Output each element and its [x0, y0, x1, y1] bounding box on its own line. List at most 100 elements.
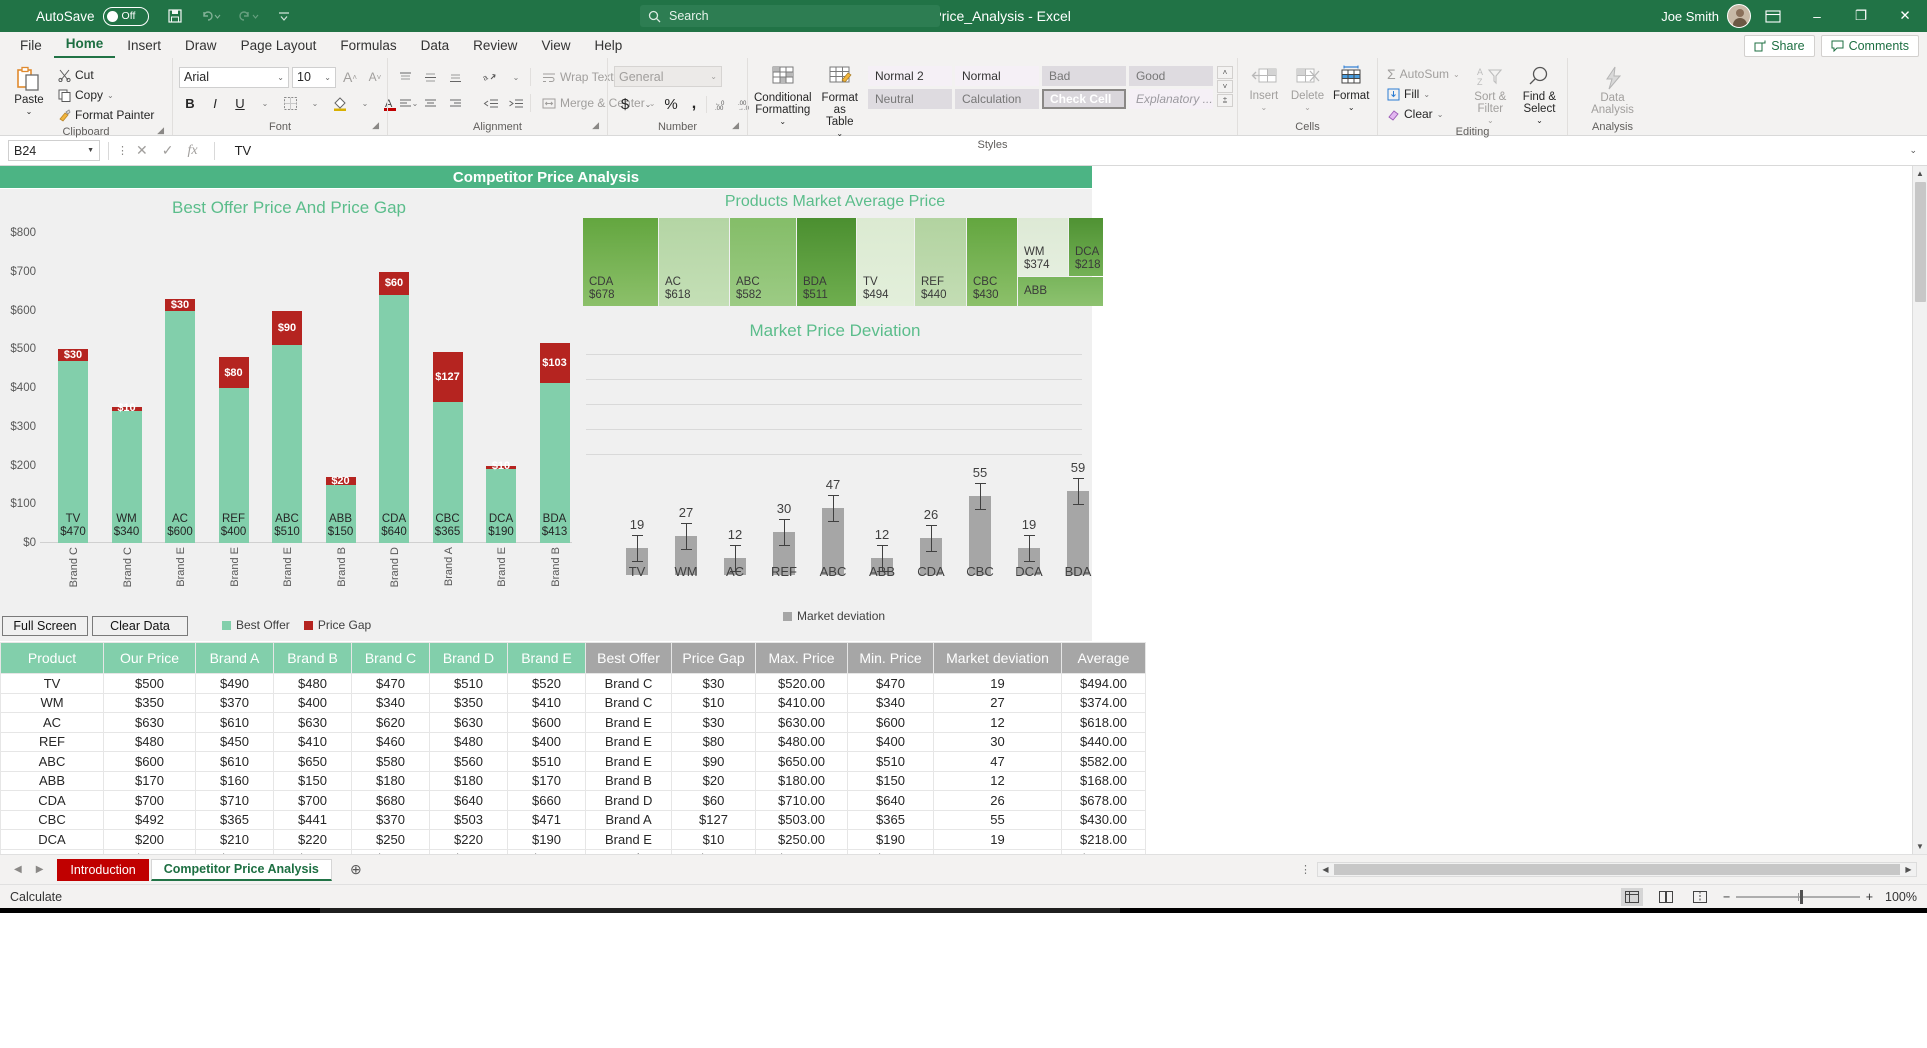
cell-min-price[interactable]: $470 — [848, 674, 934, 694]
chevron-down-icon[interactable]: ⌄ — [354, 93, 376, 114]
cell-our-price[interactable]: $630 — [104, 713, 196, 733]
data-analysis-button[interactable]: Data Analysis — [1585, 63, 1641, 116]
treemap-tile[interactable]: WM$374 — [1018, 218, 1068, 276]
align-top-button[interactable] — [394, 67, 416, 88]
align-right-button[interactable] — [444, 93, 466, 114]
avatar[interactable] — [1727, 4, 1751, 28]
table-row[interactable]: BDA$516$483$413$557$582$520Brand B$103$5… — [1, 849, 1146, 854]
cell-max-price[interactable]: $410.00 — [756, 693, 848, 713]
page-layout-icon[interactable] — [1655, 888, 1677, 906]
cell-market-deviation[interactable]: 59 — [934, 849, 1062, 854]
cell-product[interactable]: TV — [1, 674, 104, 694]
chart1-bar-column[interactable]: $103BDA$413 — [540, 233, 570, 543]
style-check-cell[interactable]: Check Cell — [1042, 89, 1126, 109]
chart-best-offer-price-and-price-gap[interactable]: Best Offer Price And Price Gap $0$100$20… — [0, 189, 578, 641]
chevron-down-icon[interactable]: ⌄ — [1304, 103, 1311, 112]
bold-button[interactable]: B — [179, 93, 201, 114]
zoom-level[interactable]: 100% — [1885, 890, 1917, 904]
tab-help[interactable]: Help — [582, 35, 634, 58]
name-box[interactable]: B24 ▼ — [8, 140, 100, 161]
cell-best-offer[interactable]: Brand D — [586, 791, 672, 811]
cell-brand-d[interactable]: $220 — [430, 830, 508, 850]
format-cells-button[interactable]: Format ⌄ — [1331, 63, 1371, 112]
cell-brand-c[interactable]: $460 — [352, 732, 430, 752]
cell-brand-c[interactable]: $370 — [352, 810, 430, 830]
cell-average[interactable]: $374.00 — [1062, 693, 1146, 713]
treemap-tile[interactable]: CBC$430 — [967, 218, 1017, 306]
percent-style-button[interactable]: % — [660, 94, 682, 115]
cell-brand-d[interactable]: $180 — [430, 771, 508, 791]
chevron-down-icon[interactable]: ⌄ — [1487, 116, 1494, 125]
minimize-button[interactable]: – — [1795, 0, 1839, 32]
number-dialog-launcher[interactable]: ◢ — [732, 118, 739, 133]
cell-best-offer[interactable]: Brand E — [586, 830, 672, 850]
cell-brand-d[interactable]: $510 — [430, 674, 508, 694]
increase-decimal-button[interactable]: ←0.00 — [712, 94, 734, 115]
cell-brand-e[interactable]: $600 — [508, 713, 586, 733]
cell-best-offer[interactable]: Brand E — [586, 752, 672, 772]
autosum-button[interactable]: Σ AutoSum ⌄ — [1384, 64, 1463, 84]
cell-product[interactable]: REF — [1, 732, 104, 752]
treemap-tile[interactable]: CDA$678 — [583, 218, 658, 306]
col-price-gap[interactable]: Price Gap — [672, 643, 756, 674]
cell-brand-e[interactable]: $471 — [508, 810, 586, 830]
tab-split-handle[interactable]: ⋮ — [1300, 863, 1311, 876]
cell-brand-e[interactable]: $400 — [508, 732, 586, 752]
font-name-input[interactable]: Arial ⌄ — [179, 67, 289, 88]
align-bottom-button[interactable] — [444, 67, 466, 88]
scroll-up-icon[interactable]: ▲ — [1913, 166, 1927, 181]
horizontal-scroll-thumb[interactable] — [1334, 864, 1900, 875]
style-explanatory[interactable]: Explanatory ... — [1129, 89, 1213, 109]
cell-price-gap[interactable]: $30 — [672, 674, 756, 694]
cell-brand-d[interactable]: $640 — [430, 791, 508, 811]
chevron-down-icon[interactable]: ⌄ — [637, 94, 659, 115]
conditional-formatting-button[interactable]: Conditional Formatting ⌄ — [754, 63, 812, 126]
align-left-button[interactable] — [394, 93, 416, 114]
chevron-down-icon[interactable]: ⌄ — [779, 117, 786, 126]
normal-view-icon[interactable] — [1621, 888, 1643, 906]
cell-our-price[interactable]: $516 — [104, 849, 196, 854]
sheet-tab-introduction[interactable]: Introduction — [57, 859, 148, 881]
cell-max-price[interactable]: $630.00 — [756, 713, 848, 733]
tab-draw[interactable]: Draw — [173, 35, 229, 58]
col-brand-e[interactable]: Brand E — [508, 643, 586, 674]
chevron-down-icon[interactable]: ⌄ — [1453, 70, 1460, 79]
scroll-down-icon[interactable]: ▼ — [1913, 839, 1927, 854]
chevron-down-icon[interactable]: ⌄ — [107, 91, 114, 100]
autosave-toggle[interactable]: Off — [103, 7, 149, 26]
chevron-down-icon[interactable]: ⌄ — [505, 67, 527, 88]
cell-price-gap[interactable]: $60 — [672, 791, 756, 811]
borders-button[interactable] — [279, 93, 301, 114]
cell-min-price[interactable]: $413 — [848, 849, 934, 854]
paste-button[interactable]: Paste ⌄ — [6, 63, 52, 116]
col-brand-c[interactable]: Brand C — [352, 643, 430, 674]
scroll-right-icon[interactable]: ▶ — [1901, 865, 1916, 874]
cell-market-deviation[interactable]: 27 — [934, 693, 1062, 713]
cell-average[interactable]: $582.00 — [1062, 752, 1146, 772]
cell-brand-d[interactable]: $560 — [430, 752, 508, 772]
tab-insert[interactable]: Insert — [115, 35, 173, 58]
tab-data[interactable]: Data — [409, 35, 462, 58]
col-max-price[interactable]: Max. Price — [756, 643, 848, 674]
treemap-tile[interactable]: ABC$582 — [730, 218, 796, 306]
cell-brand-b[interactable]: $150 — [274, 771, 352, 791]
chart1-bar-column[interactable]: $10DCA$190 — [486, 233, 516, 543]
cell-brand-b[interactable]: $480 — [274, 674, 352, 694]
wrap-text-button[interactable]: Wrap Text — [539, 67, 617, 87]
table-row[interactable]: REF$480$450$410$460$480$400Brand E$80$48… — [1, 732, 1146, 752]
table-row[interactable]: CBC$492$365$441$370$503$471Brand A$127$5… — [1, 810, 1146, 830]
table-row[interactable]: WM$350$370$400$340$350$410Brand C$10$410… — [1, 693, 1146, 713]
cell-max-price[interactable]: $582.00 — [756, 849, 848, 854]
ribbon-display-options-icon[interactable] — [1751, 0, 1795, 32]
cell-max-price[interactable]: $250.00 — [756, 830, 848, 850]
comma-style-button[interactable]: , — [683, 94, 705, 115]
col-brand-b[interactable]: Brand B — [274, 643, 352, 674]
chevron-down-icon[interactable]: ⌄ — [1536, 116, 1543, 125]
cell-market-deviation[interactable]: 30 — [934, 732, 1062, 752]
col-brand-d[interactable]: Brand D — [430, 643, 508, 674]
style-neutral[interactable]: Neutral — [868, 89, 952, 109]
treemap-tile[interactable]: TV$494 — [857, 218, 914, 306]
align-middle-button[interactable] — [419, 67, 441, 88]
styles-scroll-up[interactable]: ˄ — [1217, 66, 1233, 79]
cell-our-price[interactable]: $200 — [104, 830, 196, 850]
